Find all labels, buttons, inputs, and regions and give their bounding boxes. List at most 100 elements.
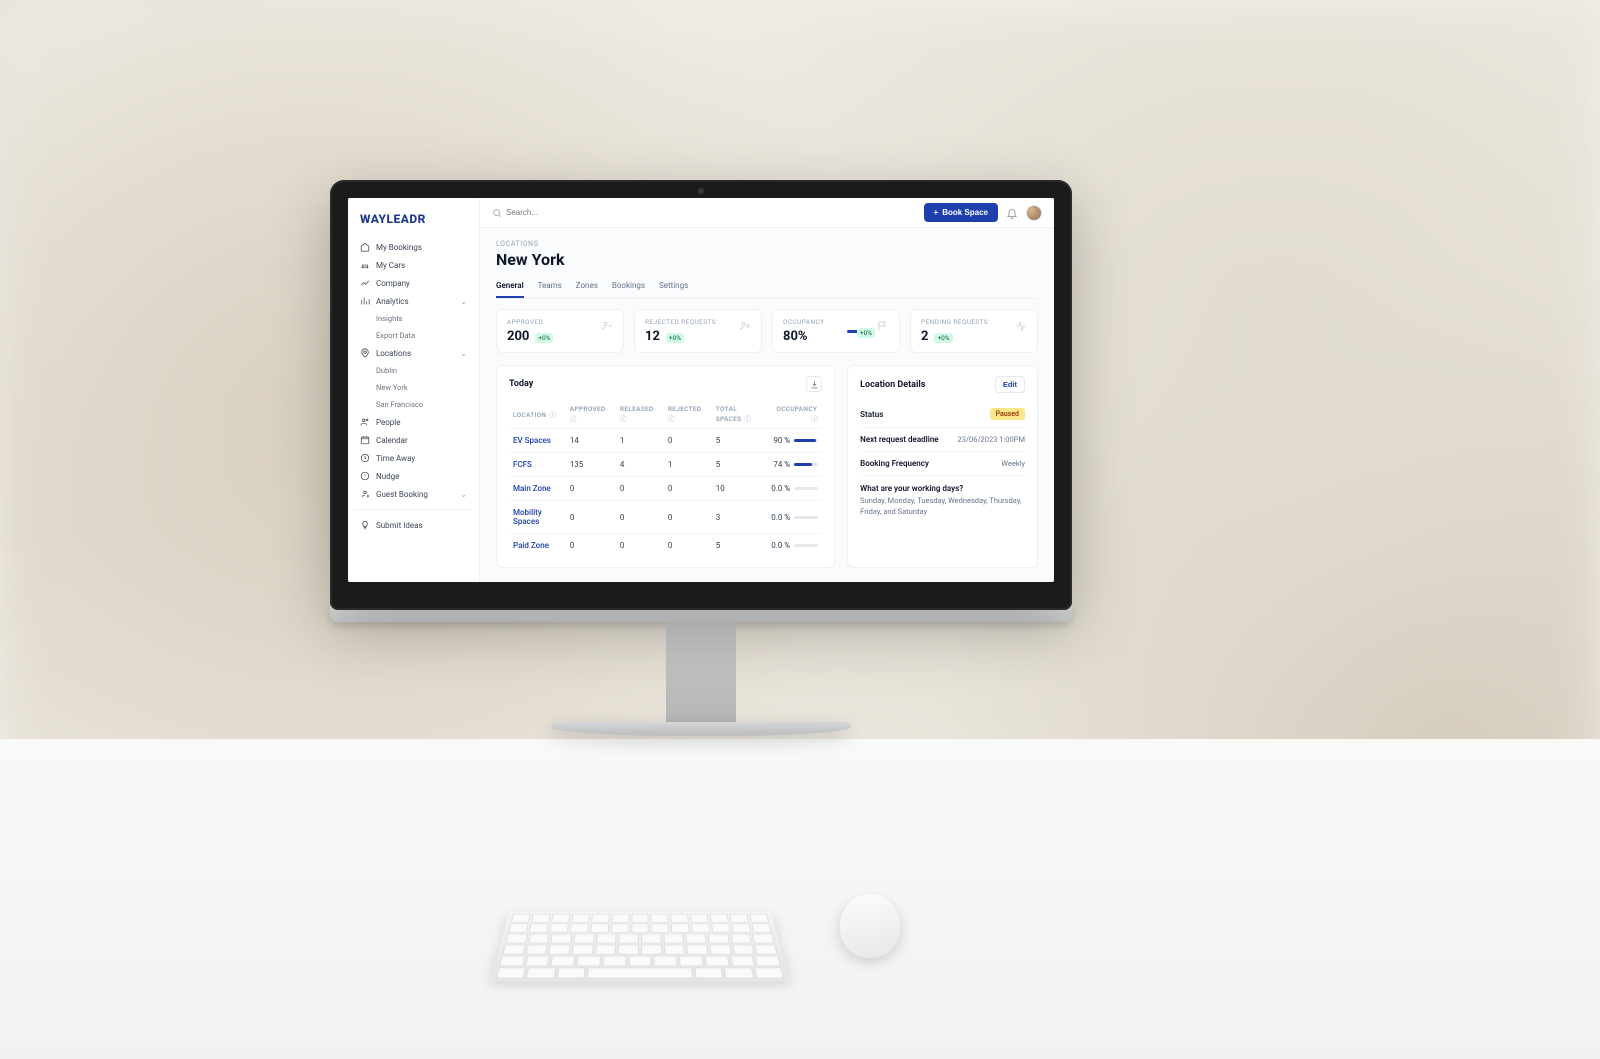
content: LOCATIONS New York General Teams Zones B…: [480, 228, 1054, 580]
cell-released: 1: [616, 429, 664, 453]
clock-icon: [360, 453, 370, 463]
cell-rejected: 0: [664, 534, 712, 558]
nav-calendar[interactable]: Calendar: [354, 431, 473, 449]
breadcrumb: LOCATIONS: [496, 240, 1038, 248]
cell-released: 4: [616, 453, 664, 477]
nav-analytics[interactable]: Analytics ⌄: [354, 292, 473, 310]
nav-separator: [354, 509, 473, 510]
col-location: LOCATION ⓘ: [509, 400, 566, 429]
avatar[interactable]: [1026, 205, 1042, 221]
cell-location[interactable]: FCFS: [509, 453, 566, 477]
cell-rejected: 0: [664, 477, 712, 501]
nav-nudge[interactable]: Nudge: [354, 467, 473, 485]
cell-location[interactable]: Main Zone: [509, 477, 566, 501]
detail-value: 23/06/2023 1:00PM: [957, 435, 1025, 444]
kpi-rejected: REJECTED REQUESTS 12 +0%: [634, 309, 762, 353]
keyboard: [489, 911, 790, 982]
working-days-answer: Sunday, Monday, Tuesday, Wednesday, Thur…: [860, 496, 1025, 517]
kpi-value: 12: [645, 329, 660, 344]
nav-company[interactable]: Company: [354, 274, 473, 292]
info-icon: ⓘ: [742, 415, 751, 423]
cell-total: 5: [712, 429, 767, 453]
calendar-icon: [360, 435, 370, 445]
nav-locations[interactable]: Locations ⌄: [354, 344, 473, 362]
nav-my-cars[interactable]: My Cars: [354, 256, 473, 274]
status-badge: Paused: [990, 408, 1025, 420]
nav: My Bookings My Cars Company Analytics ⌄: [348, 238, 479, 534]
person-check-icon: [601, 320, 613, 332]
cell-approved: 0: [566, 477, 616, 501]
nav-time-away[interactable]: Time Away: [354, 449, 473, 467]
nav-loc-dublin[interactable]: Dublin: [354, 362, 473, 379]
nav-label: Submit Ideas: [376, 521, 423, 530]
nav-insights[interactable]: Insights: [354, 310, 473, 327]
occupancy-bar: [794, 516, 818, 519]
info-icon: ⓘ: [570, 415, 577, 423]
nav-label: My Bookings: [376, 243, 422, 252]
kpi-label: REJECTED REQUESTS: [645, 318, 751, 326]
detail-label: Booking Frequency: [860, 459, 929, 468]
kpi-label: APPROVED: [507, 318, 613, 326]
panel-header: Today: [509, 376, 822, 392]
occupancy-bar: [794, 439, 818, 442]
chevron-down-icon: ⌄: [460, 490, 467, 499]
occupancy-bar: [794, 544, 818, 547]
detail-label: Status: [860, 410, 883, 419]
nav-export-data[interactable]: Export Data: [354, 327, 473, 344]
col-approved: APPROVED ⓘ: [566, 400, 616, 429]
cell-released: 0: [616, 534, 664, 558]
kpi-delta: +0%: [535, 333, 553, 343]
pin-icon: [360, 348, 370, 358]
col-total: TOTAL SPACES ⓘ: [712, 400, 767, 429]
nav-label: Dublin: [376, 366, 397, 375]
bell-icon[interactable]: [1006, 207, 1018, 219]
sidebar: WAYLEADR My Bookings My Cars Company: [348, 198, 480, 582]
tab-bookings[interactable]: Bookings: [612, 277, 645, 298]
kpi-approved: APPROVED 200 +0%: [496, 309, 624, 353]
book-label: Book Space: [942, 208, 988, 217]
person-x-icon: [739, 320, 751, 332]
nav-people[interactable]: People: [354, 413, 473, 431]
today-panel: Today LOCATION ⓘ APPROVED ⓘ: [496, 365, 835, 568]
edit-button[interactable]: Edit: [995, 376, 1025, 393]
nav-loc-new-york[interactable]: New York: [354, 379, 473, 396]
kpi-occupancy: OCCUPANCY 80% +0%: [772, 309, 900, 353]
cell-occupancy: 74 %: [767, 453, 822, 477]
panel-title: Location Details: [860, 380, 925, 390]
search-input[interactable]: [506, 208, 706, 217]
book-space-button[interactable]: + Book Space: [924, 203, 998, 222]
cell-location[interactable]: EV Spaces: [509, 429, 566, 453]
tab-settings[interactable]: Settings: [659, 277, 688, 298]
car-icon: [360, 260, 370, 270]
nav-label: Nudge: [376, 472, 399, 481]
kpi-pending: PENDING REQUESTS 2 +0%: [910, 309, 1038, 353]
nav-my-bookings[interactable]: My Bookings: [354, 238, 473, 256]
cell-location[interactable]: Mobility Spaces: [509, 501, 566, 534]
nav-label: Calendar: [376, 436, 408, 445]
nav-label: Export Data: [376, 331, 415, 340]
cell-location[interactable]: Paid Zone: [509, 534, 566, 558]
cell-total: 5: [712, 453, 767, 477]
cell-rejected: 0: [664, 501, 712, 534]
table-header-row: LOCATION ⓘ APPROVED ⓘ RELEASED ⓘ REJECTE…: [509, 400, 822, 429]
nav-label: Analytics: [376, 297, 409, 306]
nav-loc-sf[interactable]: San Francisco: [354, 396, 473, 413]
main-area: + Book Space LOCATIONS New York General …: [480, 198, 1054, 582]
nav-guest-booking[interactable]: Guest Booking ⌄: [354, 485, 473, 503]
occupancy-bar: [794, 463, 818, 466]
cell-approved: 0: [566, 501, 616, 534]
today-table: LOCATION ⓘ APPROVED ⓘ RELEASED ⓘ REJECTE…: [509, 400, 822, 557]
cell-rejected: 1: [664, 453, 712, 477]
cell-total: 5: [712, 534, 767, 558]
tab-general[interactable]: General: [496, 277, 524, 298]
table-row: EV Spaces1410590 %: [509, 429, 822, 453]
detail-status: Status Paused: [860, 401, 1025, 428]
tab-zones[interactable]: Zones: [576, 277, 598, 298]
col-rejected: REJECTED ⓘ: [664, 400, 712, 429]
download-button[interactable]: [806, 376, 822, 392]
desk-surface: [0, 739, 1600, 1059]
app-screen: WAYLEADR My Bookings My Cars Company: [348, 198, 1054, 582]
tab-teams[interactable]: Teams: [538, 277, 562, 298]
nav-submit-ideas[interactable]: Submit Ideas: [354, 516, 473, 534]
nav-label: New York: [376, 383, 408, 392]
